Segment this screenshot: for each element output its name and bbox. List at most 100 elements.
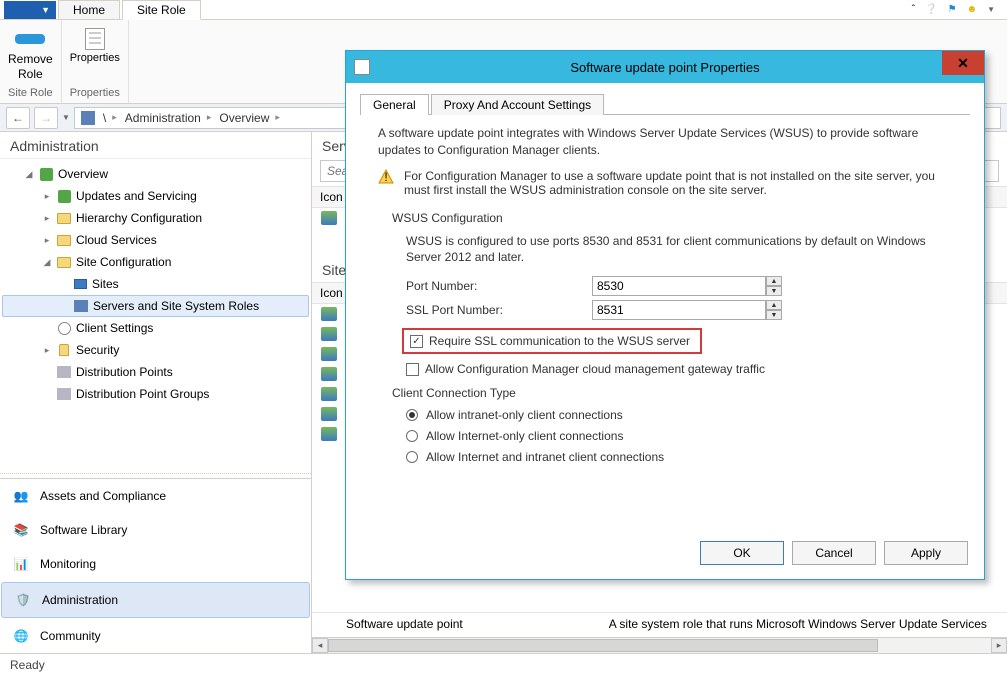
spin-down-button[interactable]: ▼ xyxy=(766,310,782,320)
wunder-community[interactable]: 🌐Community xyxy=(0,619,311,653)
nav-forward-button[interactable]: → xyxy=(34,107,58,129)
tree-item-updates[interactable]: ▸Updates and Servicing xyxy=(2,185,309,207)
remove-role-button[interactable]: RemoveRole xyxy=(8,52,53,82)
wsus-desc-text: WSUS is configured to use ports 8530 and… xyxy=(406,233,952,267)
role-icon xyxy=(320,386,338,402)
highlight-annotation: ✓ Require SSL communication to the WSUS … xyxy=(402,328,702,354)
close-button[interactable]: ✕ xyxy=(942,51,984,75)
ribbon-group-properties: Properties Properties xyxy=(62,20,129,103)
spin-up-button[interactable]: ▲ xyxy=(766,276,782,286)
port-number-input[interactable] xyxy=(592,276,766,296)
remove-role-icon[interactable] xyxy=(14,28,46,50)
folder-icon xyxy=(57,235,71,246)
svg-text:!: ! xyxy=(384,170,387,184)
app-menu-dropdown[interactable]: ▼ xyxy=(4,1,56,19)
role-description: A site system role that runs Microsoft W… xyxy=(609,617,987,631)
lock-icon xyxy=(59,344,69,356)
folder-icon xyxy=(57,213,71,224)
horizontal-scrollbar[interactable]: ◂ ▸ xyxy=(312,637,1007,653)
distribution-point-groups-icon xyxy=(57,388,71,400)
dialog-title: Software update point Properties xyxy=(570,60,759,75)
apply-button[interactable]: Apply xyxy=(884,541,968,565)
spin-down-button[interactable]: ▼ xyxy=(766,286,782,296)
chevron-up-icon[interactable]: ˆ xyxy=(912,4,915,15)
tab-proxy[interactable]: Proxy And Account Settings xyxy=(431,94,604,115)
status-text: Ready xyxy=(10,658,45,672)
face-smile-icon[interactable]: ☻ xyxy=(967,4,978,15)
flag-icon[interactable]: ⚑ xyxy=(948,4,957,15)
role-icon xyxy=(320,346,338,362)
nav-history-dropdown[interactable]: ▼ xyxy=(62,113,70,122)
tree-item-siteconfig[interactable]: ◢Site Configuration xyxy=(2,251,309,273)
app-titlebar: ▼ Home Site Role ˆ ❔ ⚑ ☻ ▼ xyxy=(0,0,1007,20)
status-bar: Ready xyxy=(0,653,1007,675)
tree-item-overview[interactable]: ◢Overview xyxy=(2,163,309,185)
chevron-down-icon[interactable]: ▼ xyxy=(987,5,995,14)
library-icon: 📚 xyxy=(10,519,32,541)
wunder-monitoring[interactable]: 📊Monitoring xyxy=(0,547,311,581)
scroll-thumb[interactable] xyxy=(328,639,878,652)
nav-tree: ◢Overview ▸Updates and Servicing ▸Hierar… xyxy=(0,159,311,469)
breadcrumb-seg[interactable]: Overview xyxy=(219,111,269,125)
scroll-right-button[interactable]: ▸ xyxy=(991,638,1007,653)
radio-both[interactable] xyxy=(406,451,418,463)
properties-button[interactable]: Properties xyxy=(70,52,120,65)
tree-item-servers[interactable]: Servers and Site System Roles xyxy=(2,295,309,317)
chevron-down-icon: ▼ xyxy=(41,5,50,15)
navigation-panel: Administration ◢Overview ▸Updates and Se… xyxy=(0,132,312,653)
dialog-titlebar[interactable]: Software update point Properties ✕ xyxy=(346,51,984,83)
wunder-library[interactable]: 📚Software Library xyxy=(0,513,311,547)
ssl-port-spinner[interactable]: ▲▼ xyxy=(592,300,782,320)
radio-internet-only[interactable] xyxy=(406,430,418,442)
tree-item-hierarchy[interactable]: ▸Hierarchy Configuration xyxy=(2,207,309,229)
tree-item-dp[interactable]: Distribution Points xyxy=(2,361,309,383)
tree-item-security[interactable]: ▸Security xyxy=(2,339,309,361)
spin-up-button[interactable]: ▲ xyxy=(766,300,782,310)
tab-home[interactable]: Home xyxy=(58,0,120,20)
tab-general[interactable]: General xyxy=(360,94,429,115)
ok-button[interactable]: OK xyxy=(700,541,784,565)
tab-site-role[interactable]: Site Role xyxy=(122,0,201,20)
wsus-config-header: WSUS Configuration xyxy=(392,211,952,225)
role-icon xyxy=(320,406,338,422)
radio-intranet-only[interactable] xyxy=(406,409,418,421)
ribbon-group-title: Site Role xyxy=(8,85,53,99)
properties-icon[interactable] xyxy=(79,28,111,50)
ribbon-group-title: Properties xyxy=(70,85,120,99)
nav-back-button[interactable]: ← xyxy=(6,107,30,129)
wunder-assets[interactable]: 👥Assets and Compliance xyxy=(0,479,311,513)
radio-internet-only-label: Allow Internet-only client connections xyxy=(426,429,623,443)
assets-icon: 👥 xyxy=(10,485,32,507)
tree-item-client-settings[interactable]: Client Settings xyxy=(2,317,309,339)
role-icon xyxy=(320,366,338,382)
role-name: Software update point xyxy=(346,617,463,631)
role-icon xyxy=(320,306,338,322)
breadcrumb-seg[interactable]: Administration xyxy=(125,111,201,125)
port-number-spinner[interactable]: ▲▼ xyxy=(592,276,782,296)
scroll-left-button[interactable]: ◂ xyxy=(312,638,328,653)
folder-icon xyxy=(57,257,71,268)
selected-role-row[interactable]: Software update point A site system role… xyxy=(312,612,1007,635)
port-number-label: Port Number: xyxy=(406,279,592,293)
ssl-port-label: SSL Port Number: xyxy=(406,303,592,317)
titlebar-right-icons: ˆ ❔ ⚑ ☻ ▼ xyxy=(912,4,1007,15)
community-icon: 🌐 xyxy=(10,625,32,647)
cancel-button[interactable]: Cancel xyxy=(792,541,876,565)
scroll-track[interactable] xyxy=(328,638,991,653)
tree-item-dp-groups[interactable]: Distribution Point Groups xyxy=(2,383,309,405)
allow-cloud-gateway-checkbox[interactable] xyxy=(406,363,419,376)
breadcrumb-seg[interactable]: \ xyxy=(103,111,106,125)
help-icon[interactable]: ❔ xyxy=(925,4,937,15)
panel-header: Administration xyxy=(0,132,311,159)
radio-intranet-only-label: Allow intranet-only client connections xyxy=(426,408,623,422)
dialog-button-row: OK Cancel Apply xyxy=(346,533,984,579)
sites-icon xyxy=(74,279,87,289)
updates-icon xyxy=(58,190,71,203)
ssl-port-input[interactable] xyxy=(592,300,766,320)
wunder-admin[interactable]: 🛡️Administration xyxy=(1,582,310,618)
tree-item-sites[interactable]: Sites xyxy=(2,273,309,295)
tree-item-cloud[interactable]: ▸Cloud Services xyxy=(2,229,309,251)
breadcrumb-root-icon xyxy=(81,111,95,125)
role-icon xyxy=(320,326,338,342)
require-ssl-checkbox[interactable]: ✓ xyxy=(410,335,423,348)
